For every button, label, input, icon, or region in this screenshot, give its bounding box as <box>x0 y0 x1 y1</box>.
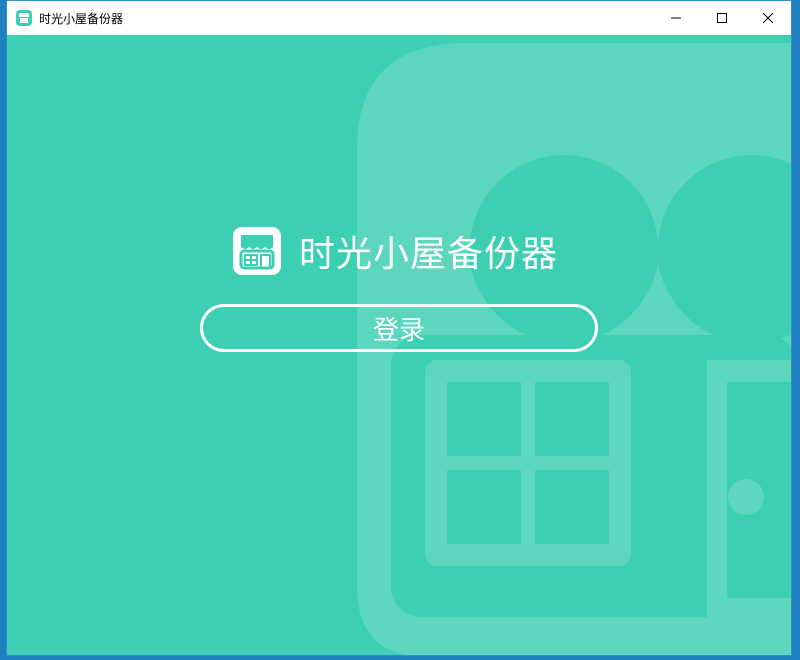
app-name: 时光小屋备份器 <box>299 234 559 275</box>
app-window: 时光小屋备份器 时光小屋备份器 登录 <box>6 0 792 656</box>
window-controls <box>653 1 791 35</box>
minimize-button[interactable] <box>653 1 699 35</box>
minimize-icon <box>671 17 681 19</box>
close-button[interactable] <box>745 1 791 35</box>
storefront-icon <box>16 10 32 26</box>
maximize-icon <box>717 13 727 23</box>
title-bar[interactable]: 时光小屋备份器 <box>7 1 791 35</box>
login-button[interactable]: 登录 <box>200 304 598 352</box>
storefront-icon <box>233 227 281 275</box>
close-icon <box>763 13 773 23</box>
maximize-button[interactable] <box>699 1 745 35</box>
main-content: 时光小屋备份器 登录 <box>7 35 791 655</box>
brand-header: 时光小屋备份器 <box>233 226 558 276</box>
window-title: 时光小屋备份器 <box>39 11 124 26</box>
